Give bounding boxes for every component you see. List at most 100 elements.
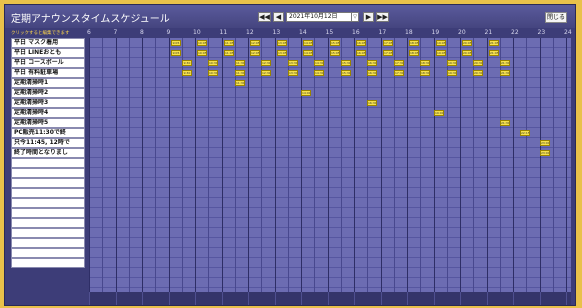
schedule-event[interactable]: 19:30: [447, 60, 457, 66]
grid-line: [354, 38, 355, 292]
row-label[interactable]: 定期清掃時2: [11, 88, 85, 98]
schedule-event[interactable]: 9:30: [182, 70, 192, 76]
schedule-event[interactable]: 18:30: [420, 70, 430, 76]
schedule-event[interactable]: 17:05: [383, 40, 393, 46]
row-label[interactable]: 只今11:45, 12時で: [11, 138, 85, 148]
schedule-event[interactable]: 17:30: [394, 60, 404, 66]
schedule-event[interactable]: 11:05: [224, 40, 234, 46]
row-label[interactable]: 平日 有料駐車場: [11, 68, 85, 78]
schedule-event[interactable]: 10:30: [208, 70, 218, 76]
grid-line: [381, 38, 382, 292]
schedule-event[interactable]: 15:05: [330, 50, 340, 56]
schedule-event[interactable]: 12:05: [250, 50, 260, 56]
schedule-event[interactable]: 14:05: [303, 50, 313, 56]
schedule-event[interactable]: 11:30: [235, 60, 245, 66]
schedule-event[interactable]: 19:05: [436, 40, 446, 46]
row-label[interactable]: [11, 208, 85, 218]
schedule-event[interactable]: 9:30: [182, 60, 192, 66]
schedule-event[interactable]: 21:05: [489, 40, 499, 46]
row-label[interactable]: [11, 188, 85, 198]
schedule-event[interactable]: 23:00: [540, 140, 550, 146]
schedule-event[interactable]: 13:05: [277, 40, 287, 46]
row-label[interactable]: [11, 198, 85, 208]
schedule-event[interactable]: 14:30: [314, 60, 324, 66]
row-label[interactable]: 平日 マスク着用: [11, 38, 85, 48]
schedule-event[interactable]: 18:05: [409, 50, 419, 56]
schedule-event[interactable]: 21:30: [500, 60, 510, 66]
schedule-event[interactable]: 22:15: [520, 130, 530, 136]
schedule-event[interactable]: 9:05: [171, 50, 181, 56]
row-label[interactable]: 定期清掃時4: [11, 108, 85, 118]
schedule-event[interactable]: 10:30: [208, 60, 218, 66]
prev-day-button[interactable]: ◀: [273, 12, 284, 22]
schedule-event[interactable]: 11:30: [235, 80, 245, 86]
schedule-event[interactable]: 20:30: [473, 70, 483, 76]
hour-label: 24: [564, 29, 572, 36]
hour-label: 8: [140, 29, 144, 36]
row-label[interactable]: 平日 LINEおとも: [11, 48, 85, 58]
date-dropdown-icon[interactable]: ▽: [352, 12, 359, 22]
row-label[interactable]: [11, 228, 85, 238]
schedule-event[interactable]: 19:05: [436, 50, 446, 56]
schedule-event[interactable]: 9:05: [171, 40, 181, 46]
row-label[interactable]: [11, 168, 85, 178]
schedule-event[interactable]: 21:05: [489, 50, 499, 56]
close-button[interactable]: 閉じる: [545, 12, 567, 23]
schedule-event[interactable]: 20:05: [462, 40, 472, 46]
schedule-event[interactable]: 16:05: [356, 50, 366, 56]
row-label[interactable]: [11, 258, 85, 268]
schedule-event[interactable]: 18:05: [409, 40, 419, 46]
schedule-event[interactable]: 16:05: [356, 40, 366, 46]
schedule-event[interactable]: 21:30: [500, 120, 510, 126]
first-page-button[interactable]: ◀◀: [258, 12, 271, 22]
schedule-event[interactable]: 13:30: [288, 70, 298, 76]
schedule-event[interactable]: 12:30: [261, 60, 271, 66]
schedule-event[interactable]: 13:05: [277, 50, 287, 56]
schedule-event[interactable]: 15:30: [341, 60, 351, 66]
row-label[interactable]: [11, 248, 85, 258]
schedule-event[interactable]: 11:30: [235, 70, 245, 76]
row-label[interactable]: [11, 238, 85, 248]
schedule-event[interactable]: 20:05: [462, 50, 472, 56]
row-label[interactable]: [11, 158, 85, 168]
schedule-event[interactable]: 18:30: [420, 60, 430, 66]
schedule-event[interactable]: 19:00: [434, 110, 444, 116]
schedule-event[interactable]: 23:00: [540, 150, 550, 156]
footer-grid-line: [487, 292, 488, 305]
row-label[interactable]: PC販売11:30で終: [11, 128, 85, 138]
row-label[interactable]: 平日 コースボール: [11, 58, 85, 68]
schedule-event[interactable]: 10:05: [197, 50, 207, 56]
row-label[interactable]: [11, 218, 85, 228]
schedule-event[interactable]: 12:30: [261, 70, 271, 76]
row-label[interactable]: 定期清掃時3: [11, 98, 85, 108]
row-label[interactable]: [11, 178, 85, 188]
schedule-event[interactable]: 14:30: [314, 70, 324, 76]
schedule-event[interactable]: 16:30: [367, 70, 377, 76]
schedule-event[interactable]: 10:05: [197, 40, 207, 46]
schedule-event[interactable]: 13:30: [288, 60, 298, 66]
schedule-event[interactable]: 15:05: [330, 40, 340, 46]
schedule-event[interactable]: 20:30: [473, 60, 483, 66]
row-label[interactable]: 定期清掃時1: [11, 78, 85, 88]
hour-label: 21: [484, 29, 493, 36]
row-label[interactable]: 終了時間となりまし: [11, 148, 85, 158]
schedule-event[interactable]: 11:05: [224, 50, 234, 56]
schedule-event[interactable]: 16:30: [367, 60, 377, 66]
schedule-window: 定期アナウンスタイムスケジュール ◀◀ ◀ 2021年10月12日 ▽ ▶ ▶▶…: [4, 4, 576, 306]
grid-line: [473, 38, 474, 292]
schedule-event[interactable]: 12:05: [250, 40, 260, 46]
schedule-grid[interactable]: 9:05 10:05 11:05 12:05 13:05 14:05 15:05 16:05 1…: [89, 38, 571, 292]
last-page-button[interactable]: ▶▶: [376, 12, 389, 22]
schedule-event[interactable]: 15:30: [341, 70, 351, 76]
schedule-event[interactable]: 17:05: [383, 50, 393, 56]
schedule-event[interactable]: 17:30: [394, 70, 404, 76]
schedule-event[interactable]: 14:00: [301, 90, 311, 96]
date-field[interactable]: 2021年10月12日: [286, 12, 352, 22]
next-day-button[interactable]: ▶: [363, 12, 374, 22]
schedule-event[interactable]: 16:30: [367, 100, 377, 106]
schedule-event[interactable]: 14:05: [303, 40, 313, 46]
grid-line: [261, 38, 262, 292]
schedule-event[interactable]: 21:30: [500, 70, 510, 76]
row-label[interactable]: 定期清掃時5: [11, 118, 85, 128]
schedule-event[interactable]: 19:30: [447, 70, 457, 76]
